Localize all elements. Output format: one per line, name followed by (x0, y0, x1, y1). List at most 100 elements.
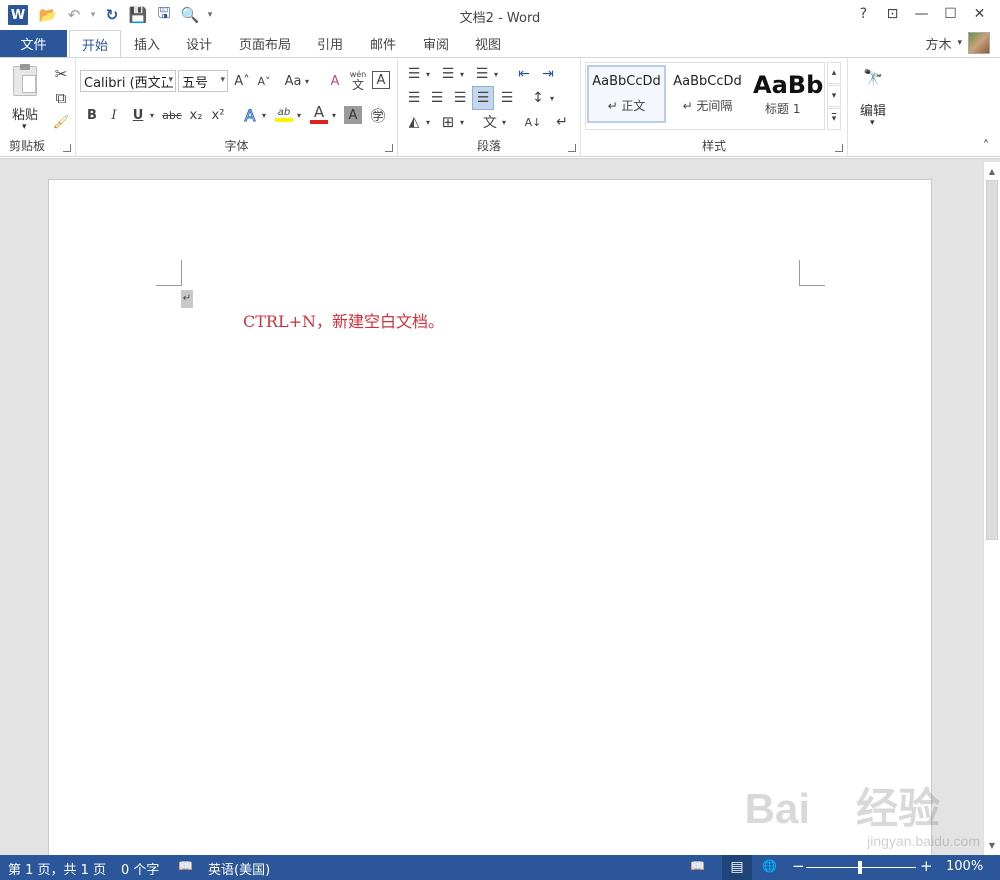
numbering-dropdown-icon[interactable]: ▾ (458, 64, 466, 84)
scroll-up-icon[interactable]: ▲ (984, 164, 1000, 178)
line-spacing-dropdown-icon[interactable]: ▾ (548, 88, 556, 108)
tab-mailings[interactable]: 邮件 (360, 30, 406, 57)
superscript-button[interactable]: x² (208, 104, 228, 126)
user-name[interactable]: 方木 (925, 34, 951, 53)
tab-home[interactable]: 开始 (69, 30, 121, 58)
ribbon-display-options-button[interactable]: ⊡ (878, 2, 907, 26)
sort-icon[interactable]: A↓ (522, 112, 544, 132)
chinese-layout-icon[interactable]: 文 (480, 112, 500, 132)
subscript-button[interactable]: x₂ (186, 104, 206, 126)
document-text[interactable]: CTRL+N，新建空白文档。 (243, 308, 444, 332)
bullets-icon[interactable]: ☰ (404, 64, 424, 84)
strikethrough-button[interactable]: abc (160, 104, 184, 126)
increase-indent-icon[interactable]: ⇥ (538, 64, 558, 84)
web-layout-icon[interactable]: 🌐 (762, 859, 777, 873)
language[interactable]: 英语(美国) (208, 859, 270, 878)
decrease-indent-icon[interactable]: ⇤ (514, 64, 534, 84)
font-size-combo[interactable]: 五号 ▾ (178, 70, 228, 92)
styles-scroll-down-icon[interactable]: ▾ (827, 85, 841, 107)
maximize-button[interactable]: ☐ (936, 2, 965, 26)
style-no-spacing[interactable]: AaBbCcDd ↵ 无间隔 (668, 65, 747, 123)
zoom-in-button[interactable]: + (920, 857, 933, 875)
line-spacing-icon[interactable]: ↕ (528, 88, 548, 108)
scroll-down-icon[interactable]: ▼ (984, 838, 1000, 852)
style-heading-1[interactable]: AaBb 标题 1 (749, 65, 824, 123)
highlight-dropdown-icon[interactable]: ▾ (295, 104, 303, 126)
text-effects-dropdown-icon[interactable]: ▾ (260, 104, 268, 126)
shrink-font-icon[interactable]: A˅ (254, 71, 274, 91)
font-family-combo[interactable]: Calibri (西文正 ▾ (80, 70, 176, 92)
underline-button[interactable]: U (128, 104, 148, 126)
change-case-dropdown-icon[interactable]: ▾ (303, 71, 311, 91)
avatar[interactable] (968, 32, 990, 54)
borders-dropdown-icon[interactable]: ▾ (458, 112, 466, 132)
format-painter-icon[interactable]: 🖌 (50, 112, 72, 132)
highlight-icon[interactable]: ab (273, 102, 295, 126)
user-account[interactable]: 方木 ▾ (925, 32, 990, 54)
show-marks-icon[interactable]: ↵ (552, 112, 572, 132)
scrollbar-thumb[interactable] (986, 180, 998, 540)
tab-review[interactable]: 审阅 (413, 30, 459, 57)
font-size-dropdown-icon[interactable]: ▾ (220, 75, 225, 85)
read-mode-icon[interactable]: 📖 (690, 859, 705, 873)
zoom-out-button[interactable]: − (792, 857, 805, 875)
font-color-dropdown-icon[interactable]: ▾ (330, 104, 338, 126)
style-normal[interactable]: AaBbCcDd ↵ 正文 (587, 65, 666, 123)
change-case-icon[interactable]: Aa (282, 71, 304, 91)
font-launcher-icon[interactable] (385, 144, 393, 152)
help-button[interactable]: ? (849, 2, 878, 26)
tab-insert[interactable]: 插入 (124, 30, 170, 57)
bold-button[interactable]: B (82, 104, 102, 126)
paragraph-launcher-icon[interactable] (568, 144, 576, 152)
text-effects-icon[interactable]: A (240, 104, 260, 126)
numbering-icon[interactable]: ☰ (438, 64, 458, 84)
font-family-dropdown-icon[interactable]: ▾ (166, 75, 173, 85)
justify-button[interactable]: ☰ (472, 86, 494, 110)
paste-button[interactable]: 粘贴 ▾ (6, 62, 46, 134)
tab-references[interactable]: 引用 (307, 30, 353, 57)
tab-file[interactable]: 文件 (0, 30, 67, 57)
center-icon[interactable]: ☰ (427, 88, 447, 108)
multilevel-list-icon[interactable]: ☰ (472, 64, 492, 84)
collapse-ribbon-icon[interactable]: ˄ (978, 138, 994, 154)
tab-page-layout[interactable]: 页面布局 (228, 30, 302, 57)
character-border-icon[interactable]: A (372, 71, 390, 89)
document-page[interactable]: ↵ CTRL+N，新建空白文档。 (48, 179, 932, 869)
clipboard-launcher-icon[interactable] (63, 144, 71, 152)
underline-dropdown-icon[interactable]: ▾ (148, 104, 156, 126)
chinese-layout-dropdown-icon[interactable]: ▾ (500, 112, 508, 132)
italic-button[interactable]: I (104, 104, 124, 126)
styles-scroll-up-icon[interactable]: ▴ (827, 62, 841, 84)
align-left-icon[interactable]: ☰ (404, 88, 424, 108)
vertical-scrollbar[interactable]: ▲ ▼ (983, 162, 1000, 855)
tab-design[interactable]: 设计 (176, 30, 222, 57)
clear-formatting-icon[interactable]: A (325, 71, 345, 91)
minimize-button[interactable]: — (907, 2, 936, 26)
page-count[interactable]: 第 1 页，共 1 页 (8, 859, 106, 878)
align-right-icon[interactable]: ☰ (450, 88, 470, 108)
styles-launcher-icon[interactable] (835, 144, 843, 152)
editing-button[interactable]: 🔭 编辑 ▾ (852, 62, 894, 132)
grow-font-icon[interactable]: A˄ (232, 71, 252, 91)
word-count[interactable]: 0 个字 (121, 859, 159, 878)
user-dropdown-icon[interactable]: ▾ (957, 38, 962, 48)
copy-icon[interactable]: ⧉ (50, 88, 72, 108)
shading-dropdown-icon[interactable]: ▾ (424, 112, 432, 132)
close-button[interactable]: ✕ (965, 2, 994, 26)
character-shading-icon[interactable]: A (344, 106, 362, 124)
zoom-slider-thumb[interactable] (858, 861, 862, 874)
phonetic-guide-icon[interactable]: wén 文 (348, 68, 368, 94)
styles-more-icon[interactable]: ▾ (827, 108, 841, 130)
multilevel-dropdown-icon[interactable]: ▾ (492, 64, 500, 84)
distributed-icon[interactable]: ☰ (497, 88, 517, 108)
proofing-icon[interactable]: 📖 (178, 859, 193, 873)
tab-view[interactable]: 视图 (465, 30, 511, 57)
print-layout-icon[interactable]: ▤ (722, 855, 752, 880)
zoom-level[interactable]: 100% (946, 859, 983, 874)
cut-icon[interactable]: ✂ (50, 64, 72, 84)
enclose-characters-icon[interactable]: ㊫ (368, 104, 388, 126)
font-color-icon[interactable]: A (308, 102, 330, 126)
bullets-dropdown-icon[interactable]: ▾ (424, 64, 432, 84)
paragraph-shading-icon[interactable]: ◭ (404, 112, 424, 132)
borders-icon[interactable]: ⊞ (438, 112, 458, 132)
